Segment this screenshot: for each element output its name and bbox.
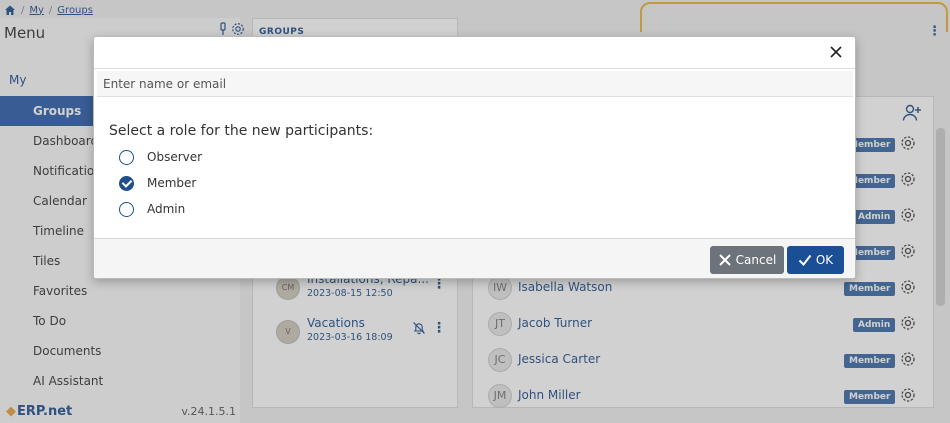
dialog-footer: Cancel OK [94, 238, 855, 278]
check-icon [798, 254, 812, 267]
close-icon [718, 254, 731, 266]
cancel-label: Cancel [735, 253, 777, 267]
role-label: Admin [147, 202, 186, 216]
role-option-member[interactable]: Member [119, 175, 196, 191]
role-option-admin[interactable]: Admin [119, 201, 185, 217]
participant-search-input[interactable] [97, 71, 853, 97]
ok-label: OK [815, 253, 834, 267]
role-label: Observer [147, 150, 203, 164]
dialog-divider [94, 68, 855, 69]
role-label: Member [147, 176, 197, 190]
role-prompt: Select a role for the new participants: [109, 123, 374, 139]
radio-admin[interactable] [119, 201, 134, 217]
add-participants-dialog: Select a role for the new participants: … [93, 36, 856, 279]
cancel-button[interactable]: Cancel [710, 246, 784, 274]
ok-button[interactable]: OK [787, 246, 844, 274]
role-option-observer[interactable]: Observer [119, 149, 202, 165]
close-icon[interactable] [827, 43, 845, 61]
radio-observer[interactable] [119, 149, 134, 165]
radio-member[interactable] [119, 175, 134, 191]
